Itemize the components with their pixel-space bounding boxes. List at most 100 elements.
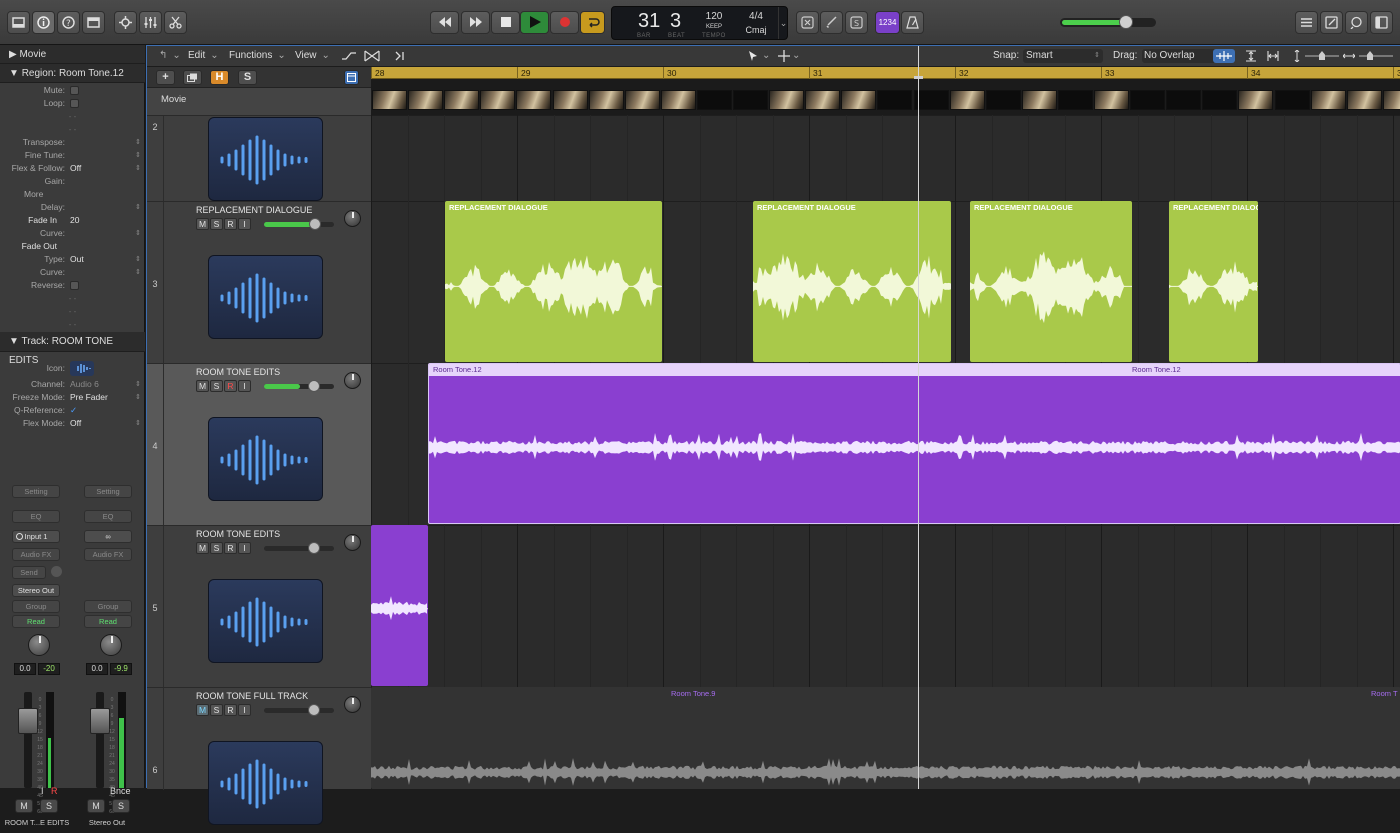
stepper-icon[interactable]: ⇕ [135, 136, 141, 149]
toolbar-button[interactable] [82, 11, 105, 34]
mute-button[interactable]: M [196, 704, 209, 716]
track-lanes[interactable]: REPLACEMENT DIALOGUE REPLACEMENT DIALOGU… [371, 115, 1400, 789]
stepper-icon[interactable]: ⇕ [135, 162, 141, 175]
editors-button[interactable] [164, 11, 187, 34]
volume-fader[interactable] [90, 692, 110, 788]
stepper-icon[interactable]: ⇕ [135, 253, 141, 266]
vertical-fit-icon[interactable] [1245, 50, 1257, 62]
input-monitor-button[interactable]: I [238, 380, 251, 392]
pointer-tool-icon[interactable] [747, 50, 759, 62]
region-param-row[interactable]: Fade In 20 [0, 214, 145, 227]
solo-button[interactable]: S [40, 799, 58, 813]
audio-fx-slot[interactable]: Audio FX [84, 548, 132, 561]
region-room-tone-9[interactable]: Room Tone.9 Room T [371, 687, 1400, 789]
region-room-tone-12[interactable]: Room Tone.12 Room Tone.12 [428, 363, 1400, 524]
record-button[interactable] [550, 11, 579, 34]
bar-ruler[interactable]: 28 29 30 31 32 33 34 35 [371, 67, 1400, 79]
stepper-icon[interactable]: ⇕ [135, 417, 141, 430]
rewind-button[interactable] [430, 11, 459, 34]
loop-browser-button[interactable] [1345, 11, 1368, 34]
secondary-tool-chevron-icon[interactable]: ⌄ [792, 50, 800, 61]
note-pads-button[interactable] [1320, 11, 1343, 34]
send-knob[interactable] [51, 566, 62, 577]
track-waveform-icon[interactable] [70, 361, 94, 376]
region-param-row[interactable]: Loop: [0, 97, 145, 110]
region-replacement-dialogue-1[interactable]: REPLACEMENT DIALOGUE [445, 201, 662, 362]
tuner-button[interactable] [820, 11, 843, 34]
vertical-zoom-slider[interactable] [1305, 51, 1339, 60]
region-param-row[interactable]: Transpose: ⇕ [0, 136, 145, 149]
region-inspector-header[interactable]: ▼ Region: Room Tone.12 [0, 64, 145, 83]
track-pan-knob[interactable] [344, 696, 361, 713]
pan-knob[interactable] [28, 634, 50, 656]
region-param-row[interactable]: Delay: ⇕ [0, 201, 145, 214]
region-replacement-dialogue-3[interactable]: REPLACEMENT DIALOGUE [970, 201, 1132, 362]
hide-button[interactable]: H [210, 70, 229, 85]
region-replacement-dialogue-4[interactable]: REPLACEMENT DIALOG [1169, 201, 1258, 362]
mute-button[interactable]: M [196, 542, 209, 554]
track-lane[interactable] [371, 115, 1400, 201]
record-enable-button[interactable]: R [224, 380, 237, 392]
flex-icon[interactable] [364, 50, 380, 62]
playhead[interactable] [918, 46, 919, 789]
setting-button[interactable]: Setting [84, 485, 132, 498]
region-param-row[interactable]: Fade Out [0, 240, 145, 253]
channel-strip-name[interactable]: ROOM T...E EDITS [1, 818, 73, 827]
track-pan-knob[interactable] [344, 210, 361, 227]
pan-knob[interactable] [100, 634, 122, 656]
track-header[interactable]: 2 [147, 115, 371, 202]
checkbox[interactable] [70, 281, 79, 290]
automation-mode[interactable]: Read [12, 615, 60, 628]
group-slot[interactable]: Group [84, 600, 132, 613]
library-button[interactable] [7, 11, 30, 34]
volume-knob[interactable] [308, 704, 320, 716]
smart-controls-button[interactable] [114, 11, 137, 34]
stepper-icon[interactable]: ⇕ [135, 378, 141, 391]
track-volume-slider[interactable] [264, 542, 334, 554]
track-volume-slider[interactable] [264, 704, 334, 716]
track-name[interactable]: ROOM TONE EDITS [196, 529, 280, 539]
cycle-button[interactable] [580, 11, 605, 34]
input-monitor-button[interactable]: I [238, 542, 251, 554]
record-enable-button[interactable]: R [224, 218, 237, 230]
track-icon[interactable] [208, 117, 323, 201]
metronome-button[interactable] [901, 11, 924, 34]
browsers-button[interactable] [1370, 11, 1393, 34]
track-pan-knob[interactable] [344, 372, 361, 389]
duplicate-track-button[interactable] [183, 70, 202, 85]
output-slot[interactable]: Stereo Out [12, 584, 60, 597]
track-param-row[interactable]: Q-Reference: ✓ [0, 404, 145, 417]
inspector-button[interactable] [32, 11, 55, 34]
track-name[interactable]: ROOM TONE EDITS [196, 367, 280, 377]
eq-button[interactable]: EQ [84, 510, 132, 523]
quick-help-button[interactable]: ? [57, 11, 80, 34]
crosshair-tool-icon[interactable] [778, 50, 790, 62]
region-param-row[interactable]: Mute: [0, 84, 145, 97]
track-icon[interactable] [208, 417, 323, 501]
master-volume-knob[interactable] [1119, 15, 1133, 29]
track-param-row[interactable]: Channel: Audio 6 ⇕ [0, 378, 145, 391]
track-param-row[interactable]: Flex Mode: Off ⇕ [0, 417, 145, 430]
movie-track-header[interactable]: Movie [147, 88, 371, 115]
region-param-row[interactable]: Type: Out ⇕ [0, 253, 145, 266]
checkbox[interactable] [70, 99, 79, 108]
drag-popup[interactable]: No Overlap⇕ [1142, 49, 1222, 63]
stepper-icon[interactable]: ⇕ [135, 201, 141, 214]
lcd-mode-chevron-icon[interactable]: ⌄ [778, 7, 788, 39]
play-button[interactable] [520, 11, 549, 34]
horizontal-fit-icon[interactable] [1267, 50, 1279, 62]
solo-button[interactable]: S [210, 380, 223, 392]
track-param-row[interactable]: Icon: [0, 359, 145, 378]
global-solo-button[interactable]: S [238, 70, 257, 85]
channel-strip-name[interactable]: Stereo Out [71, 818, 143, 827]
lcd-display[interactable]: 31 3 BAR BEAT 120 KEEP TEMPO 4/4 Cmaj ⌄ [611, 6, 788, 40]
region-param-row[interactable]: More [0, 188, 145, 201]
region-param-row[interactable]: Curve: ⇕ [0, 266, 145, 279]
track-lane[interactable] [371, 525, 1400, 687]
volume-knob[interactable] [309, 218, 321, 230]
stepper-icon[interactable]: ⇕ [135, 227, 141, 240]
track-header[interactable]: 6 ROOM TONE FULL TRACK M S R I [147, 687, 371, 825]
volume-value[interactable]: 0.0 [86, 663, 108, 675]
mute-button[interactable]: M [196, 380, 209, 392]
region-param-row[interactable]: Gain: [0, 175, 145, 188]
